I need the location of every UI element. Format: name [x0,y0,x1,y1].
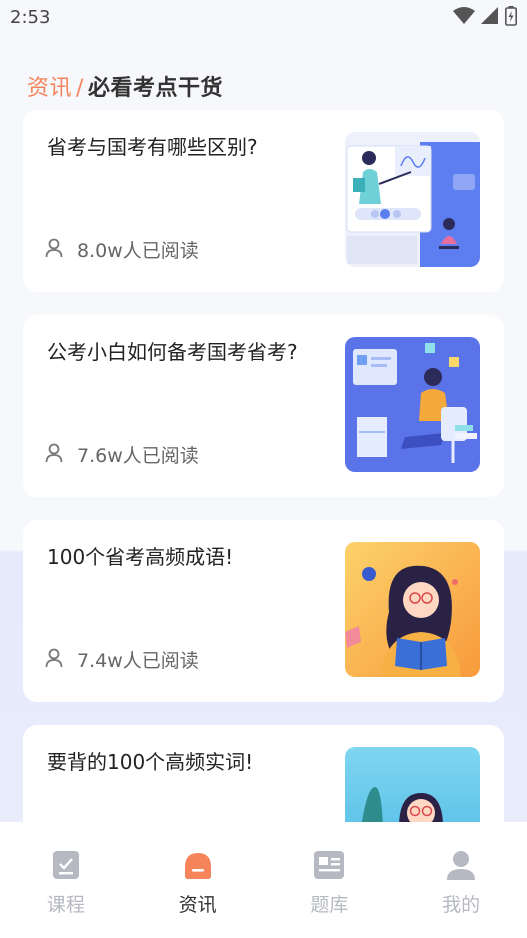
status-icons [453,6,517,30]
read-count: 8.0w人已阅读 [77,240,199,262]
nav-item-question-bank[interactable]: 题库 [264,822,396,938]
nav-item-course[interactable]: 课程 [0,822,132,938]
article-thumbnail [345,337,480,472]
article-title: 公考小白如何备考国考省考? [47,340,298,364]
article-title: 100个省考高频成语! [47,545,234,569]
question-bank-icon [313,850,345,880]
article-thumbnail [345,542,480,677]
app-screen: 2:53 资讯 / 必看考点干货 省考与国考有哪些区别? 8.0w人已阅读 公考… [0,0,527,938]
nav-item-profile[interactable]: 我的 [395,822,527,938]
article-card-3[interactable]: 100个省考高频成语! 7.4w人已阅读 [23,520,504,702]
article-card-2[interactable]: 公考小白如何备考国考省考? 7.6w人已阅读 [23,315,504,497]
person-icon [45,238,63,262]
person-icon [45,648,63,672]
article-meta: 8.0w人已阅读 [45,236,199,263]
wifi-icon [453,7,475,29]
bottom-nav: 课程 资讯 题库 我的 [0,822,527,938]
section-category[interactable]: 资讯 [27,76,72,101]
section-title: 资讯 / 必看考点干货 [27,70,223,102]
battery-icon [505,6,517,30]
nav-label: 题库 [310,894,349,916]
news-icon [184,850,212,880]
status-time: 2:53 [10,7,51,28]
profile-icon [446,850,476,880]
article-title: 要背的100个高频实词! [47,750,254,774]
status-bar: 2:53 [0,0,527,36]
article-thumbnail [345,132,480,267]
article-meta: 7.4w人已阅读 [45,646,199,673]
nav-label: 资讯 [178,894,217,916]
nav-label: 课程 [46,894,85,916]
nav-item-news[interactable]: 资讯 [132,822,264,938]
course-icon [52,850,80,880]
read-count: 7.6w人已阅读 [77,445,199,467]
article-card-1[interactable]: 省考与国考有哪些区别? 8.0w人已阅读 [23,110,504,292]
signal-icon [481,7,499,29]
section-subtitle: 必看考点干货 [87,76,223,101]
section-separator: / [76,76,84,101]
person-icon [45,443,63,467]
read-count: 7.4w人已阅读 [77,650,199,672]
article-title: 省考与国考有哪些区别? [47,135,258,159]
article-meta: 7.6w人已阅读 [45,441,199,468]
nav-label: 我的 [442,894,481,916]
